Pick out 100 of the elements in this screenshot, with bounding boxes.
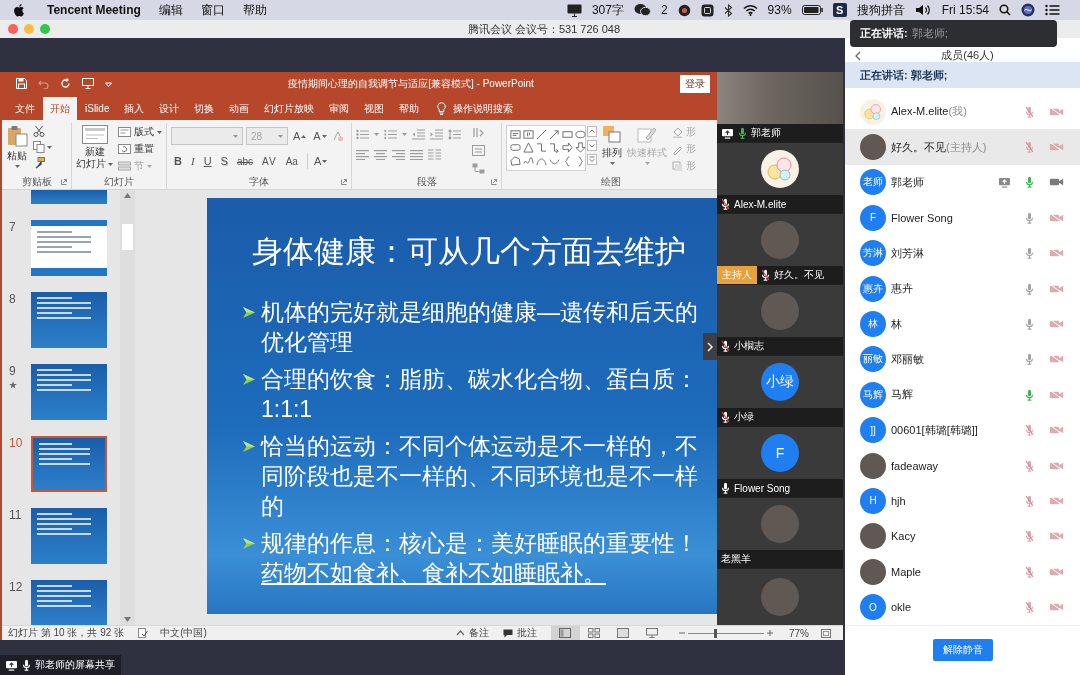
wifi-icon[interactable] — [742, 4, 758, 16]
scrollbar-thumb[interactable] — [122, 224, 133, 250]
text-shadow-button[interactable]: S — [217, 153, 231, 169]
close-button[interactable] — [8, 24, 18, 34]
display-icon[interactable] — [566, 3, 582, 17]
menu-item[interactable]: 帮助 — [242, 1, 267, 19]
sign-in-button[interactable]: 登录 — [680, 74, 710, 93]
align-text-icon[interactable] — [472, 145, 485, 156]
participant-row[interactable]: H hjh — [845, 483, 1080, 519]
participant-row[interactable]: 马辉 马辉 — [845, 377, 1080, 413]
participant-row[interactable]: Kacy — [845, 518, 1080, 555]
slide-thumbnail[interactable] — [31, 580, 107, 625]
text-box-icon[interactable] — [510, 129, 521, 140]
ribbon-tab[interactable]: 视图 — [357, 97, 392, 120]
video-tile[interactable]: F Flower Song — [717, 427, 843, 498]
new-slide-button[interactable]: 新建 幻灯片 — [76, 123, 113, 170]
video-tile[interactable]: 主持人 好久。不见 — [717, 214, 843, 285]
copy-icon[interactable] — [33, 141, 45, 153]
justify-icon[interactable] — [410, 149, 423, 160]
save-icon[interactable] — [16, 78, 27, 89]
shrink-font-button[interactable]: A — [311, 128, 329, 144]
spell-check-icon[interactable] — [138, 628, 149, 638]
square-app-icon[interactable] — [700, 3, 714, 17]
tell-me-search[interactable]: 操作说明搜索 — [437, 97, 514, 120]
participant-row[interactable]: 丽敏 邓丽敏 — [845, 341, 1080, 378]
arrow-line-icon[interactable] — [549, 129, 560, 140]
bluetooth-icon[interactable] — [723, 3, 733, 17]
line-icon[interactable] — [536, 129, 547, 140]
battery-icon[interactable] — [801, 5, 823, 15]
video-tile[interactable]: 郭老师 — [717, 72, 843, 143]
slide-thumbnail[interactable] — [31, 508, 107, 564]
underline-button[interactable]: U — [200, 153, 215, 169]
slide-thumbnail[interactable] — [31, 292, 107, 348]
layout-button[interactable]: 版式 — [118, 125, 162, 139]
fit-to-window-icon[interactable] — [821, 628, 831, 638]
participant-row[interactable]: 惠卉 惠卉 — [845, 270, 1080, 307]
scrollbar[interactable] — [120, 190, 135, 625]
volume-icon[interactable] — [914, 4, 932, 16]
line-spacing-icon[interactable] — [448, 129, 461, 140]
vertical-text-box-icon[interactable] — [523, 129, 534, 140]
numbering-icon[interactable] — [384, 129, 397, 140]
smartart-icon[interactable] — [472, 163, 485, 174]
view-button[interactable] — [551, 626, 580, 640]
ribbon-tab[interactable]: 动画 — [222, 97, 257, 120]
comments-button[interactable]: 批注 — [503, 626, 537, 640]
dialog-launcher-icon[interactable] — [341, 179, 347, 185]
format-painter-icon[interactable] — [33, 157, 45, 169]
scissors-icon[interactable] — [33, 125, 45, 137]
participant-row[interactable]: Alex-M.elite(我) — [845, 94, 1080, 130]
slider-thumb[interactable] — [713, 628, 717, 638]
notes-button[interactable]: 备注 — [456, 626, 489, 640]
input-method-name[interactable]: 搜狗拼音 — [856, 1, 905, 19]
repeat-icon[interactable] — [60, 78, 71, 89]
siri-icon[interactable] — [1021, 3, 1035, 17]
video-tile[interactable] — [717, 569, 843, 625]
triangle-icon[interactable] — [523, 142, 534, 154]
menu-bar-clock[interactable]: Fri 15:54 — [941, 3, 989, 17]
slide-thumbnail[interactable] — [31, 364, 107, 420]
text-direction-icon[interactable] — [472, 127, 485, 138]
curve-icon[interactable] — [536, 155, 547, 167]
grow-font-button[interactable]: A — [291, 128, 309, 144]
ribbon-tab[interactable]: 插入 — [117, 97, 152, 120]
dialog-launcher-icon[interactable] — [61, 179, 67, 185]
input-method-logo[interactable]: S — [832, 3, 847, 17]
ribbon-tab[interactable]: 帮助 — [392, 97, 427, 120]
ribbon-tab[interactable]: 开始 — [43, 97, 77, 120]
align-center-icon[interactable] — [374, 149, 387, 160]
bold-button[interactable]: B — [171, 153, 185, 169]
menu-item[interactable]: 窗口 — [200, 1, 225, 19]
minus-icon[interactable] — [679, 630, 685, 636]
align-left-icon[interactable] — [356, 149, 369, 160]
participant-row[interactable]: ]] 00601[韩璐[韩璐]] — [845, 412, 1080, 448]
character-spacing-button[interactable]: AV — [259, 153, 280, 169]
video-tile[interactable]: Alex-M.elite — [717, 143, 843, 214]
unmute-all-button[interactable]: 解除静音 — [932, 639, 993, 662]
list-icon[interactable] — [1045, 4, 1060, 16]
ribbon-tab[interactable]: 幻灯片放映 — [257, 97, 322, 120]
video-tile[interactable]: 小榈志 — [717, 285, 843, 356]
strikethrough-button[interactable]: abc — [233, 153, 257, 169]
scribble-icon[interactable] — [523, 155, 534, 167]
collapse-strip-button[interactable] — [703, 333, 717, 360]
undo-icon[interactable] — [38, 78, 49, 89]
participant-row[interactable]: 老师 郭老师 — [845, 164, 1080, 201]
plus-icon[interactable] — [767, 630, 773, 636]
change-case-button[interactable]: Aa — [282, 153, 301, 169]
participant-row[interactable]: 好久。不见(主持人) — [845, 129, 1080, 165]
video-tile[interactable]: 老黑羊 — [717, 498, 843, 569]
paste-button[interactable]: 粘贴 — [6, 123, 28, 168]
elbow-connector-icon[interactable] — [536, 142, 547, 154]
arrange-button[interactable]: 排列 — [602, 123, 622, 165]
decrease-indent-icon[interactable] — [412, 129, 425, 140]
ribbon-tab[interactable]: 切换 — [187, 97, 222, 120]
ribbon-tab[interactable]: 设计 — [152, 97, 187, 120]
freeform-icon[interactable] — [510, 155, 521, 167]
ribbon-tab[interactable]: 审阅 — [322, 97, 357, 120]
apple-logo-icon[interactable] — [13, 3, 25, 17]
rectangle-icon[interactable] — [562, 129, 573, 140]
slide-thumbnail[interactable] — [31, 436, 107, 492]
rounded-rectangle-icon[interactable] — [510, 142, 521, 154]
slide-thumbnail[interactable] — [31, 190, 107, 204]
